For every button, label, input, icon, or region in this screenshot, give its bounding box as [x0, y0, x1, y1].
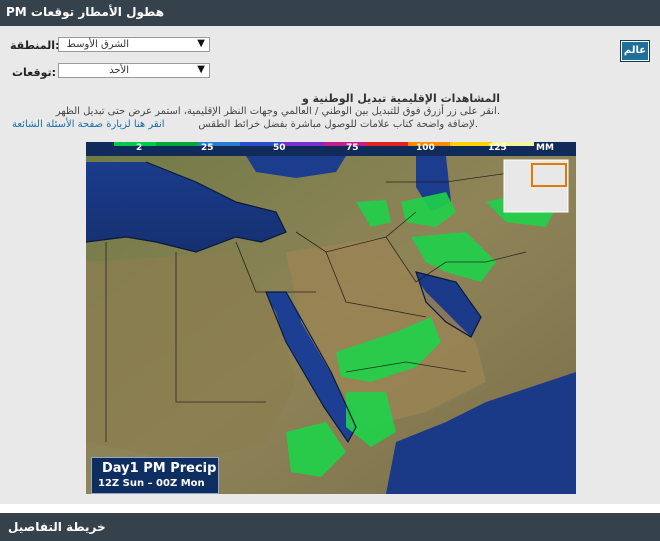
scale-tick-label: 100 — [416, 143, 435, 153]
scale-tick-label: 125 — [488, 143, 507, 153]
legend-subtitle: 12Z Sun – 00Z Mon — [98, 478, 205, 489]
world-view-button[interactable]: عالم — [620, 40, 650, 62]
region-select-value: الشرق الأوسط — [66, 39, 129, 50]
scale-color-swatch — [324, 142, 366, 146]
scale-color-swatch — [156, 142, 198, 146]
chevron-down-icon: ▼ — [197, 38, 205, 49]
scale-color-swatch — [114, 142, 156, 146]
panel-header: PM هطول الأمطار توقعات — [0, 0, 660, 26]
forecast-select[interactable]: الأحد ▼ — [58, 63, 210, 78]
scale-unit-label: MM — [536, 143, 554, 153]
details-map-title: خريطة التفاصيل — [8, 520, 106, 534]
chevron-down-icon: ▼ — [197, 64, 205, 75]
scale-color-strip — [114, 142, 534, 146]
details-map-header: خريطة التفاصيل — [0, 513, 660, 541]
description-line-1: .انقر على زر أزرق فوق للتبديل بين الوطني… — [55, 106, 500, 117]
map-image — [86, 142, 576, 494]
description-line-2: .لإضافة واضحة كتاب علامات للوصول مباشرة … — [198, 119, 478, 130]
forecast-label: :توقعات — [12, 66, 57, 79]
faq-link[interactable]: انقر هنا لزيارة صفحة الأسئلة الشائعة — [12, 119, 165, 130]
scale-color-swatch — [282, 142, 324, 146]
region-label: :المنطقة — [10, 39, 60, 52]
legend-title: Day1 PM Precip — [102, 461, 217, 476]
scale-tick-label: 25 — [201, 143, 214, 153]
scale-color-swatch — [366, 142, 408, 146]
scale-tick-label: 2 — [136, 143, 143, 153]
precip-map: 2 25 50 75 100 125 MM Day1 PM Precip 12Z… — [86, 142, 576, 494]
description-title: المشاهدات الإقليمية تبديل الوطنية و — [302, 92, 500, 105]
scale-tick-label: 75 — [346, 143, 359, 153]
scale-color-swatch — [450, 142, 492, 146]
precip-color-scale: 2 25 50 75 100 125 MM — [86, 142, 576, 156]
scale-tick-label: 50 — [273, 143, 286, 153]
forecast-select-value: الأحد — [109, 65, 129, 76]
region-select[interactable]: الشرق الأوسط ▼ — [58, 37, 210, 52]
panel-title: PM هطول الأمطار توقعات — [6, 5, 165, 19]
map-legend: Day1 PM Precip 12Z Sun – 00Z Mon — [91, 457, 219, 494]
